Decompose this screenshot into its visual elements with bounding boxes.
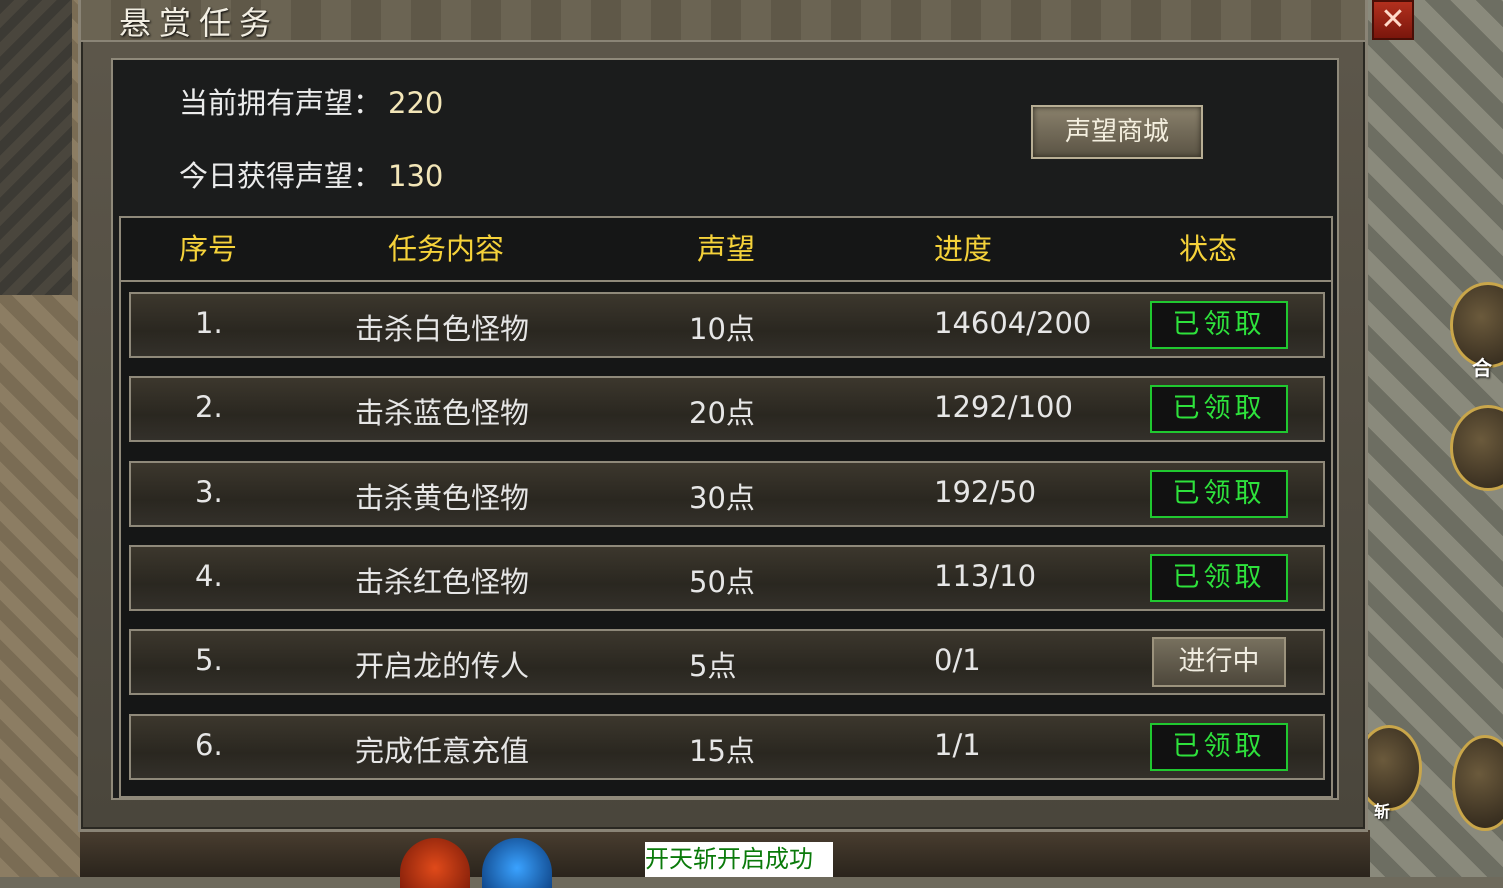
row-index: 3. — [195, 475, 223, 509]
window-title: 悬赏任务 — [119, 4, 280, 42]
skill-label: 斩 — [1374, 802, 1391, 821]
header-progress: 进度 — [934, 232, 993, 266]
task-table: 序号 任务内容 声望 进度 状态 1. 击杀白色怪物 10点 14604/200… — [119, 216, 1333, 798]
row-reputation: 30点 — [689, 481, 755, 515]
header-task: 任务内容 — [388, 232, 505, 266]
claimed-button[interactable]: 已领取 — [1150, 301, 1288, 349]
bounty-task-window: 悬赏任务 当前拥有声望： 220 今日获得声望： 130 声望商城 序号 任务内容 … — [78, 0, 1368, 832]
row-index: 4. — [195, 559, 223, 593]
table-row: 1. 击杀白色怪物 10点 14604/200 已领取 — [129, 292, 1325, 358]
system-message: 开天斩开启成功 — [645, 842, 833, 877]
row-progress: 1/1 — [934, 728, 981, 762]
row-reputation: 50点 — [689, 565, 755, 599]
table-header: 序号 任务内容 声望 进度 状态 — [121, 218, 1331, 282]
table-row: 6. 完成任意充值 15点 1/1 已领取 — [129, 714, 1325, 780]
row-reputation: 20点 — [689, 396, 755, 430]
current-reputation: 当前拥有声望： 220 — [179, 80, 443, 122]
claimed-button[interactable]: 已领取 — [1150, 385, 1288, 433]
row-task: 击杀白色怪物 — [355, 312, 530, 346]
table-row: 5. 开启龙的传人 5点 0/1 进行中 — [129, 629, 1325, 695]
claimed-button[interactable]: 已领取 — [1150, 470, 1288, 518]
reputation-shop-button[interactable]: 声望商城 — [1031, 105, 1203, 159]
row-progress: 113/10 — [934, 559, 1037, 593]
row-progress: 1292/100 — [934, 390, 1073, 424]
claimed-button[interactable]: 已领取 — [1150, 723, 1288, 771]
header-status: 状态 — [1179, 232, 1238, 266]
row-index: 6. — [195, 728, 223, 762]
claimed-button[interactable]: 已领取 — [1150, 554, 1288, 602]
today-reputation-label: 今日获得声望： — [179, 159, 383, 193]
row-progress: 192/50 — [934, 475, 1037, 509]
row-task: 击杀黄色怪物 — [355, 481, 530, 515]
row-task: 开启龙的传人 — [355, 649, 530, 683]
row-progress: 14604/200 — [934, 306, 1092, 340]
game-background-wall — [0, 0, 72, 295]
header-index: 序号 — [179, 232, 238, 266]
window-titlebar[interactable]: 悬赏任务 — [81, 0, 1365, 42]
row-index: 5. — [195, 643, 223, 677]
table-row: 3. 击杀黄色怪物 30点 192/50 已领取 — [129, 461, 1325, 527]
row-reputation: 10点 — [689, 312, 755, 346]
row-reputation: 15点 — [689, 734, 755, 768]
row-task: 完成任意充值 — [355, 734, 530, 768]
row-index: 1. — [195, 306, 223, 340]
table-row: 4. 击杀红色怪物 50点 113/10 已领取 — [129, 545, 1325, 611]
row-task: 击杀红色怪物 — [355, 565, 530, 599]
today-reputation: 今日获得声望： 130 — [179, 153, 443, 195]
current-reputation-value: 220 — [388, 86, 444, 120]
table-row: 2. 击杀蓝色怪物 20点 1292/100 已领取 — [129, 376, 1325, 442]
in-progress-button[interactable]: 进行中 — [1152, 637, 1286, 687]
today-reputation-value: 130 — [388, 159, 444, 193]
row-progress: 0/1 — [934, 643, 981, 677]
header-reputation: 声望 — [697, 232, 756, 266]
row-reputation: 5点 — [689, 649, 737, 683]
current-reputation-label: 当前拥有声望： — [179, 86, 383, 120]
side-menu-label-1: 合 — [1472, 356, 1492, 380]
close-button[interactable]: ✕ — [1372, 0, 1414, 40]
row-task: 击杀蓝色怪物 — [355, 396, 530, 430]
row-index: 2. — [195, 390, 223, 424]
window-content: 当前拥有声望： 220 今日获得声望： 130 声望商城 序号 任务内容 声望 进度… — [111, 58, 1339, 800]
